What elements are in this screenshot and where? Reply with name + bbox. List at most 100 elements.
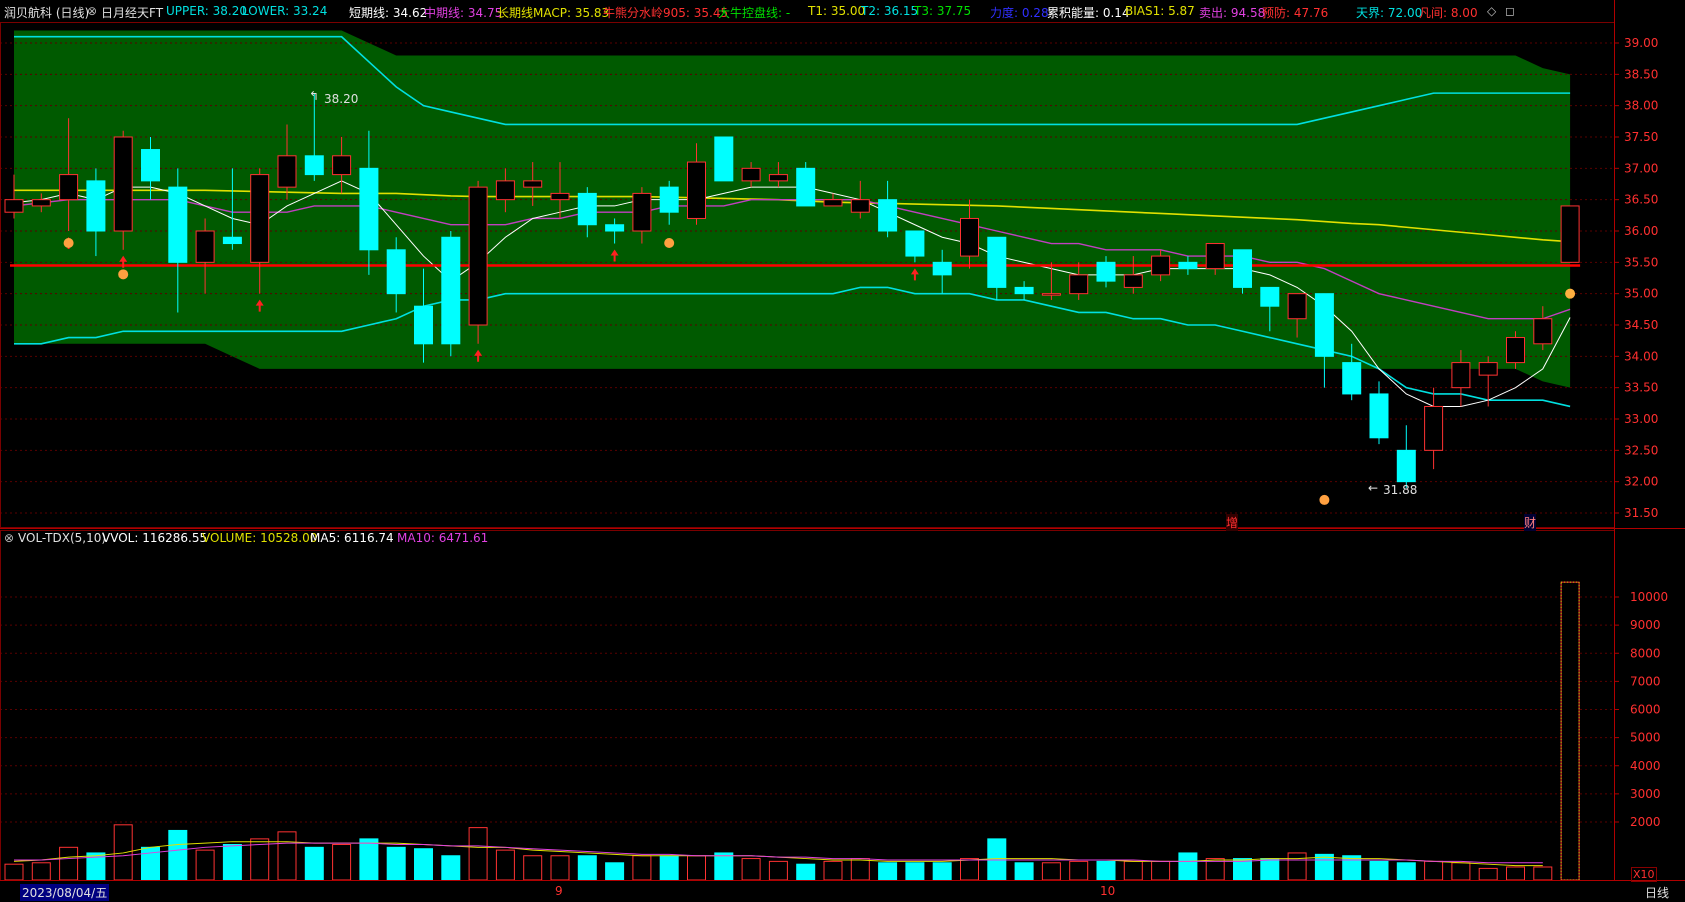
volume-tick-label: 3000	[1630, 787, 1661, 801]
volume-bar	[277, 831, 297, 881]
volume-tick-label: 9000	[1630, 618, 1661, 632]
candle-body	[1041, 293, 1061, 296]
candle-body	[1014, 286, 1034, 295]
volume-bar	[386, 846, 406, 881]
volume-bar	[113, 824, 133, 881]
candle-body	[1424, 405, 1444, 451]
volume-bar	[1506, 866, 1525, 881]
candle-body	[960, 217, 979, 257]
candle-body	[1287, 293, 1307, 320]
volume-bar	[850, 858, 870, 881]
candle-body	[659, 186, 679, 213]
volume-bar	[550, 855, 570, 881]
price-tick-label: 36.50	[1624, 193, 1658, 207]
price-tick-label: 32.50	[1624, 443, 1658, 457]
price-tick-label: 33.00	[1624, 412, 1658, 426]
candle-body	[1451, 362, 1471, 389]
volume-frame	[0, 530, 1615, 881]
candle-body	[905, 230, 925, 257]
candle-body	[1205, 243, 1225, 270]
volume-bar	[523, 855, 543, 881]
candle-body	[741, 167, 761, 182]
candle-body	[1533, 318, 1553, 345]
volume-bar	[1014, 862, 1034, 881]
volume-bar	[441, 855, 461, 881]
period-label[interactable]: 日线	[1645, 884, 1669, 901]
volume-bar	[304, 846, 324, 881]
candle-body	[1260, 286, 1280, 307]
volume-bar	[1314, 853, 1334, 881]
candle-body	[31, 199, 51, 207]
hand-pointer-icon	[1319, 494, 1330, 505]
price-tick-label: 37.50	[1624, 130, 1658, 144]
volume-bar	[768, 860, 788, 881]
candle-body	[1233, 249, 1252, 288]
candle-body	[113, 136, 133, 232]
candle-body	[359, 167, 379, 251]
volume-tick-label: 5000	[1630, 731, 1661, 745]
volume-bar	[59, 846, 79, 881]
volume-bar	[359, 838, 379, 881]
volume-bar	[1096, 860, 1116, 881]
volume-bar	[1533, 866, 1553, 881]
volume-bar	[987, 838, 1007, 881]
candle-body	[1069, 274, 1089, 295]
price-tick-label: 38.50	[1624, 67, 1658, 81]
volume-bar	[659, 855, 679, 881]
candle-body	[605, 224, 625, 232]
volume-bar	[1123, 860, 1143, 881]
footer-date: 2023/08/04/五	[20, 884, 110, 901]
candle-body	[823, 199, 843, 207]
candle-body	[550, 192, 570, 201]
volume-bar	[932, 862, 952, 881]
x10-label: X10	[1631, 867, 1657, 882]
money-bag-icon	[1565, 288, 1576, 299]
candle-body	[878, 199, 898, 232]
price-tick-label: 31.50	[1624, 506, 1658, 520]
volume-bar	[905, 862, 925, 881]
candle-body	[1478, 362, 1498, 376]
price-tick-label: 39.00	[1624, 36, 1658, 50]
candle-body	[1342, 362, 1362, 395]
candle-body	[1123, 274, 1143, 288]
candle-body	[1178, 261, 1198, 270]
cai-marker[interactable]: 财	[1524, 514, 1537, 531]
volume-bar	[1396, 862, 1416, 881]
channel-band	[14, 30, 1571, 388]
price-tick-label: 37.00	[1624, 161, 1658, 175]
volume-bar	[632, 855, 652, 881]
chart-canvas[interactable]: 31.50 32.00 32.50 33.00 33.50 34.00 34.50 35.00…	[0, 0, 1685, 902]
volume-bar	[332, 844, 352, 881]
candle-body	[86, 180, 106, 232]
volume-bar	[605, 862, 625, 881]
volume-tick-label: 2000	[1630, 815, 1661, 829]
price-tick-label: 34.00	[1624, 349, 1658, 363]
volume-ma10-line	[14, 842, 1543, 864]
volume-bar	[4, 863, 24, 881]
candle-body	[850, 199, 870, 213]
volume-bar	[31, 862, 51, 881]
volume-bar	[1178, 852, 1198, 881]
volume-bar	[1342, 855, 1362, 881]
volume-bar	[1041, 862, 1061, 881]
volume-bar	[414, 848, 433, 881]
candle-body	[714, 136, 734, 182]
hand-pointer-icon	[664, 238, 675, 248]
volume-bar	[1287, 852, 1307, 881]
price-tick-label: 38.00	[1624, 99, 1658, 113]
low-price-label: 31.88	[1383, 483, 1418, 497]
candle-body	[468, 186, 488, 326]
candle-body	[1560, 205, 1580, 263]
volume-panel	[0, 581, 1614, 881]
volume-bar	[796, 863, 816, 881]
price-tick-label: 35.50	[1624, 255, 1658, 269]
candle-body	[768, 174, 788, 182]
volume-bar	[1260, 858, 1280, 881]
volume-bar	[960, 858, 979, 881]
zeng-marker[interactable]: 增	[1226, 514, 1239, 531]
volume-tick-label: 4000	[1630, 759, 1661, 773]
volume-tick-label: 8000	[1630, 646, 1661, 660]
price-tick-label: 32.00	[1624, 475, 1658, 489]
candle-body	[4, 199, 24, 213]
volume-bar	[577, 855, 597, 881]
